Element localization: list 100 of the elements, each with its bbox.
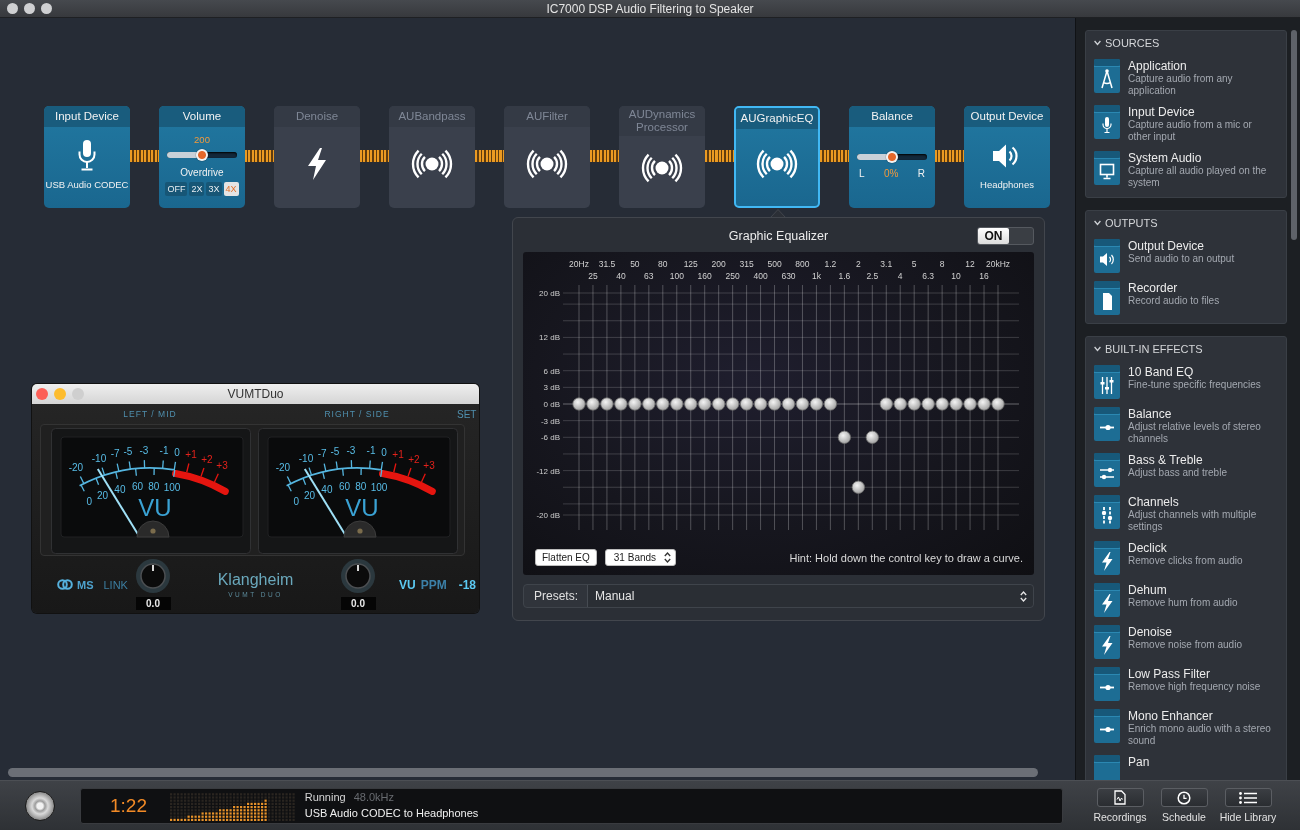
eq-band-handle[interactable] <box>726 397 740 411</box>
recordings-button[interactable] <box>1096 788 1144 807</box>
blank-tile-icon[interactable] <box>1094 755 1120 780</box>
library-item-title: Low Pass Filter <box>1128 667 1212 681</box>
eq-band-handle[interactable] <box>935 397 949 411</box>
library-toggle-button[interactable] <box>1224 788 1272 807</box>
reference-level[interactable]: -18 <box>458 577 477 592</box>
node-title: Balance <box>871 110 913 123</box>
section-header[interactable]: OUTPUTS <box>1086 211 1286 235</box>
gain-label: -6 dB <box>540 433 560 443</box>
frequency-label: 12 <box>965 259 975 269</box>
pipeline-node[interactable]: Balance L 0% R <box>849 106 935 208</box>
scale-label: +1 <box>185 449 197 461</box>
eq-band-handle[interactable] <box>781 397 796 411</box>
scale-label: 40 <box>321 484 333 496</box>
eq-band-handle[interactable] <box>921 397 935 411</box>
overdrive-option[interactable]: 3X <box>206 182 222 196</box>
frequency-label: 400 <box>753 271 768 281</box>
document-icon[interactable] <box>1094 281 1120 315</box>
presets-dropdown[interactable]: Manual <box>587 585 1033 607</box>
eq-band-handle[interactable] <box>865 430 879 444</box>
pipeline-node[interactable]: Input Device USB Audio CODEC <box>44 106 130 208</box>
lightning-icon[interactable] <box>1094 583 1120 617</box>
eq-band-handle[interactable] <box>795 397 810 411</box>
eq-band-handle[interactable] <box>600 397 614 411</box>
power-toggle[interactable]: ON <box>977 227 1034 245</box>
eq-band-handle[interactable] <box>614 397 628 411</box>
eq-band-handle[interactable] <box>740 397 754 411</box>
stereo-mode-toggle[interactable]: MS <box>77 578 94 591</box>
eq-band-handle[interactable] <box>963 397 977 411</box>
eq-band-handle[interactable] <box>837 430 851 444</box>
compass-icon[interactable] <box>1094 59 1120 93</box>
lightning-icon[interactable] <box>1094 625 1120 659</box>
sliders-icon[interactable] <box>1094 453 1120 487</box>
eq-band-handle[interactable] <box>586 397 600 411</box>
meter-unit-label: VU <box>345 494 379 521</box>
scale-label: +2 <box>201 454 213 465</box>
vertical-sliders-icon[interactable] <box>1094 495 1120 529</box>
zoom-button[interactable] <box>41 3 52 14</box>
lightning-icon[interactable] <box>1094 541 1120 575</box>
speaker-icon[interactable] <box>1094 239 1120 273</box>
vertical-scrollbar[interactable] <box>1291 30 1297 240</box>
eq-band-handle[interactable] <box>753 397 768 411</box>
eq-band-handle[interactable] <box>991 397 1005 411</box>
flatten-eq-button[interactable]: Flatten EQ <box>535 549 597 566</box>
frequency-label: 1.6 <box>838 271 851 281</box>
stereo-mode-toggle[interactable]: LINK <box>103 578 128 591</box>
library-item-title: Balance <box>1128 407 1173 421</box>
eq-band-handle[interactable] <box>670 397 684 411</box>
eq-band-handle[interactable] <box>977 397 991 411</box>
minimize-button[interactable] <box>24 3 35 14</box>
eq-band-handle[interactable] <box>809 397 824 411</box>
slider-thumb[interactable] <box>886 151 898 163</box>
eq-band-handle[interactable] <box>879 397 893 411</box>
eq-band-handle[interactable] <box>656 397 670 411</box>
settings-label[interactable]: SET <box>457 408 477 420</box>
slider-icon[interactable] <box>1094 667 1120 701</box>
volume-value: 200 <box>194 134 210 145</box>
slider-thumb[interactable] <box>196 149 208 161</box>
scale-label: 0 <box>174 446 180 458</box>
schedule-button[interactable] <box>1160 788 1208 807</box>
eq-band-handle[interactable] <box>698 397 712 411</box>
eq-band-handle[interactable] <box>907 397 921 411</box>
overdrive-option[interactable]: 2X <box>189 182 205 196</box>
eq-band-handle[interactable] <box>823 397 837 411</box>
section-header[interactable]: SOURCES <box>1086 31 1286 55</box>
bands-dropdown[interactable]: 31 Bands <box>604 549 677 566</box>
frequency-label: 200 <box>711 259 726 269</box>
eq-band-handle[interactable] <box>893 397 907 411</box>
volume-slider[interactable] <box>167 149 237 161</box>
meter-mode-toggle[interactable]: PPM <box>420 577 447 592</box>
library-item-title: 10 Band EQ <box>1128 365 1195 379</box>
microphone-icon[interactable] <box>1094 105 1120 139</box>
pipeline-node[interactable]: AUGraphicEQ <box>734 106 820 208</box>
overdrive-option[interactable]: OFF <box>165 182 188 196</box>
eq-band-handle[interactable] <box>767 397 782 411</box>
eq-band-handle[interactable] <box>949 397 963 411</box>
connector <box>820 150 849 162</box>
lightning-icon <box>307 147 327 180</box>
close-button[interactable] <box>7 3 18 14</box>
record-button[interactable] <box>25 790 55 821</box>
balance-slider[interactable] <box>857 151 927 163</box>
eq-band-handle[interactable] <box>628 397 642 411</box>
section-header[interactable]: BUILT-IN EFFECTS <box>1086 337 1286 361</box>
scale-label: -5 <box>123 446 133 458</box>
pipeline-node[interactable]: Output Device Headphones <box>964 106 1050 208</box>
horizontal-scrollbar[interactable] <box>8 768 1038 777</box>
meter-mode-toggle[interactable]: VU <box>399 577 416 592</box>
eq-band-handle[interactable] <box>642 397 656 411</box>
library-item-title: Application <box>1128 59 1188 73</box>
eq-band-handle[interactable] <box>851 480 865 494</box>
eq-band-handle[interactable] <box>712 397 726 411</box>
eq-band-handle[interactable] <box>684 397 698 411</box>
sliders-icon[interactable] <box>1094 365 1120 399</box>
monitor-icon[interactable] <box>1094 151 1120 185</box>
eq-band-handle[interactable] <box>572 397 586 411</box>
slider-icon[interactable] <box>1094 407 1120 441</box>
node-title: AUBandpass <box>398 110 466 123</box>
slider-icon[interactable] <box>1094 709 1120 743</box>
pipeline-node[interactable]: Volume 200 Overdrive OFF 2X 3X 4X <box>159 106 245 208</box>
